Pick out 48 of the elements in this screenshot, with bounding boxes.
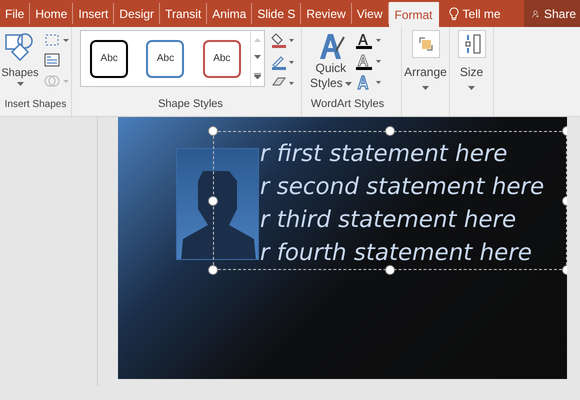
size-icon — [458, 30, 486, 58]
size-button[interactable]: Size — [450, 27, 494, 116]
resize-handle[interactable] — [208, 126, 218, 136]
arrange-icon — [412, 30, 440, 58]
more-icon[interactable] — [254, 73, 261, 80]
ribbon-tab[interactable]: Format — [388, 2, 439, 27]
edit-shape-icon[interactable] — [44, 33, 70, 47]
shape-style-preview[interactable]: Abc — [90, 40, 128, 78]
text-fill-icon[interactable] — [356, 33, 382, 49]
shapes-button[interactable]: Shapes — [0, 31, 40, 97]
quick-styles-button[interactable]: Quick Styles — [310, 31, 352, 96]
statement-text: r fourth statement here — [260, 239, 533, 268]
resize-handle[interactable] — [208, 265, 218, 275]
person-silhouette-icon — [181, 171, 256, 259]
arrange-button[interactable]: Arrange — [402, 27, 450, 116]
ribbon-tab[interactable]: Slide S — [252, 3, 302, 24]
caret-icon — [422, 86, 429, 90]
fill-bucket-icon[interactable] — [271, 32, 295, 48]
tell-me-button[interactable]: Tell me — [444, 0, 505, 27]
ribbon-tab[interactable]: Insert — [73, 3, 114, 24]
text-outline-icon[interactable] — [356, 54, 382, 70]
ribbon-tab[interactable]: Home — [30, 3, 74, 24]
text-box-icon[interactable] — [44, 53, 60, 67]
statement-text: r first statement here — [260, 140, 508, 169]
pen-icon[interactable] — [271, 54, 295, 70]
caret-icon — [468, 86, 475, 90]
shape-style-preview[interactable]: Abc — [202, 40, 241, 78]
statement-text: r third statement here — [260, 206, 518, 235]
statement-text: r second statement here — [260, 173, 544, 202]
merge-shapes-icon — [44, 73, 70, 89]
caret-icon — [344, 82, 352, 86]
scroll-down-icon[interactable] — [254, 55, 261, 60]
ribbon-tab[interactable]: File — [0, 3, 30, 24]
ribbon-tab[interactable]: Review — [301, 3, 352, 24]
lightbulb-icon — [448, 6, 459, 20]
ribbon-tab[interactable]: Anima — [207, 3, 252, 24]
shape-style-preview[interactable]: Abc — [146, 40, 184, 78]
text-effects-icon[interactable] — [356, 75, 382, 91]
caret-icon — [16, 82, 24, 86]
shapes-icon — [5, 31, 35, 61]
resize-handle[interactable] — [385, 265, 395, 275]
ribbon-tab[interactable]: Desigr — [114, 3, 160, 24]
group-label: Insert Shapes — [4, 98, 68, 112]
group-label: Shape Styles — [157, 96, 224, 112]
group-label: WordArt Styles — [310, 96, 386, 112]
resize-handle[interactable] — [385, 126, 395, 136]
share-button[interactable]: Share — [524, 0, 580, 27]
ribbon-tab[interactable]: Transit — [160, 3, 208, 24]
